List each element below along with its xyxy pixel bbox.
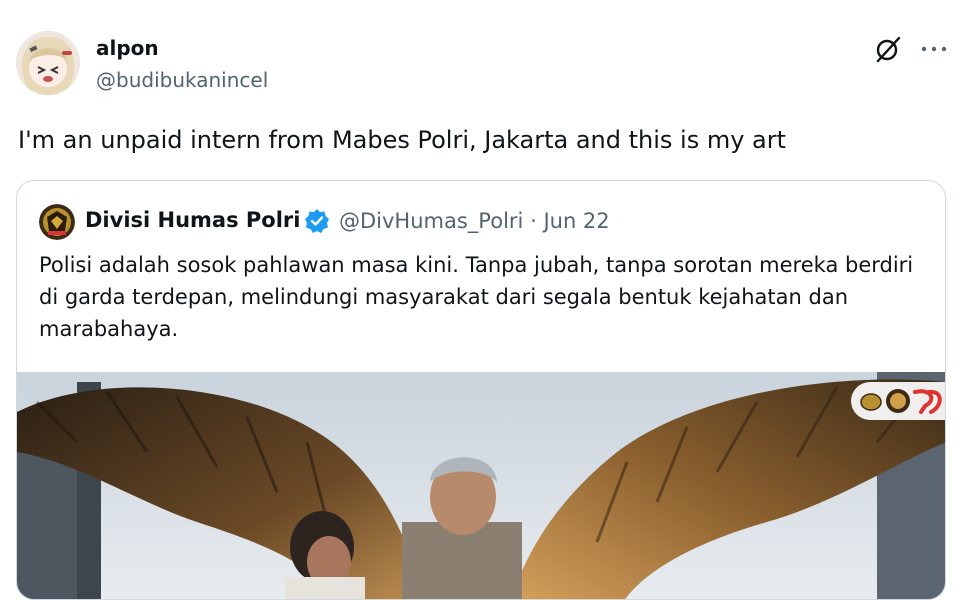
police-emblem-icon bbox=[39, 204, 75, 240]
quoted-author-avatar[interactable] bbox=[39, 204, 75, 240]
quoted-text: Polisi adalah sosok pahlawan masa kini. … bbox=[39, 253, 914, 341]
grok-slash-icon[interactable] bbox=[872, 33, 904, 65]
quoted-tweet[interactable]: Divisi Humas Polri @DivHumas_Polri · Jun… bbox=[16, 180, 946, 600]
quoted-date[interactable]: Jun 22 bbox=[543, 209, 609, 233]
author-avatar[interactable] bbox=[16, 31, 80, 95]
more-dots-icon[interactable] bbox=[914, 33, 954, 65]
media-illustration bbox=[17, 372, 945, 599]
author-name[interactable]: alpon bbox=[96, 36, 159, 60]
author-handle[interactable]: @budibukanincel bbox=[96, 68, 268, 92]
tweet-text: I'm an unpaid intern from Mabes Polri, J… bbox=[18, 126, 787, 154]
anime-avatar-icon bbox=[16, 31, 80, 95]
quoted-author-handle[interactable]: @DivHumas_Polri bbox=[339, 209, 523, 233]
media-watermark bbox=[851, 382, 945, 420]
quoted-meta: @DivHumas_Polri · Jun 22 bbox=[339, 209, 610, 233]
verified-badge-icon bbox=[304, 208, 330, 234]
angel-wings-police-image[interactable] bbox=[17, 372, 945, 599]
meta-separator: · bbox=[530, 209, 537, 233]
quoted-author-name[interactable]: Divisi Humas Polri bbox=[85, 208, 301, 232]
